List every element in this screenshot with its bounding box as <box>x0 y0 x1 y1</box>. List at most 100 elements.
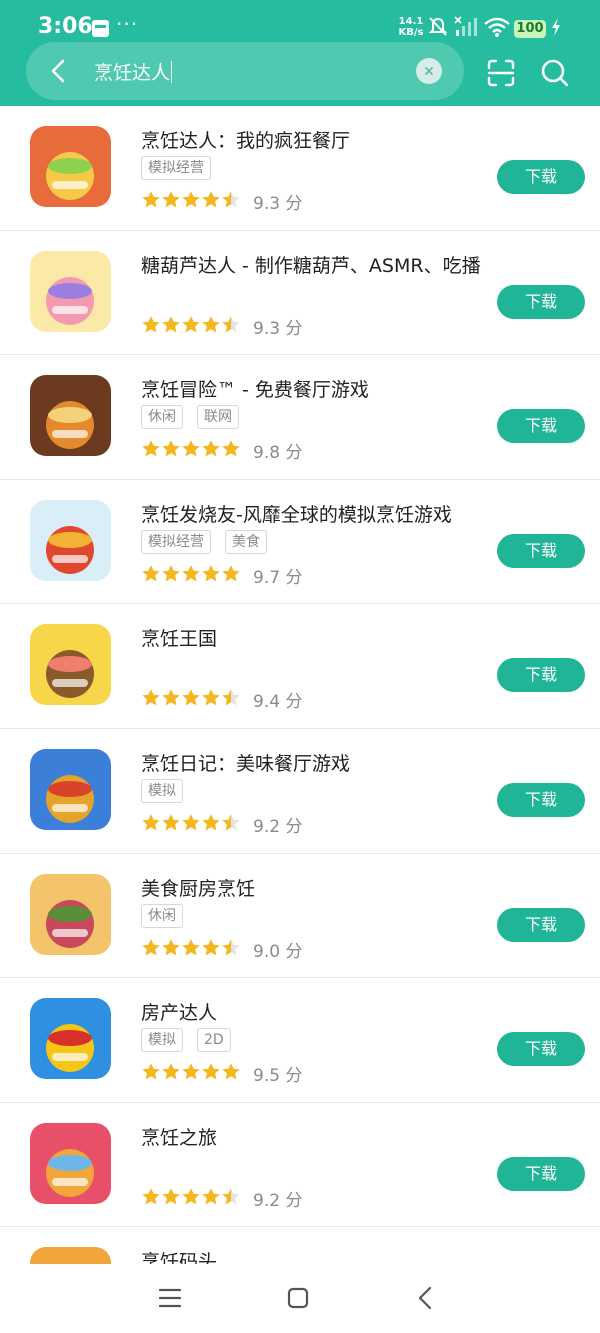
star <box>162 1063 180 1080</box>
star <box>222 938 240 955</box>
download-button[interactable]: 下载 <box>497 907 585 942</box>
star-rating <box>142 564 240 582</box>
star-rating <box>142 1063 240 1080</box>
star <box>142 564 160 582</box>
search-results-list[interactable]: 烹饪达人：我的疯狂餐厅 模拟经营 9.3 分 下载 糖葫芦达人 - 制作糖葫芦、… <box>0 106 600 1264</box>
star <box>202 814 220 831</box>
star <box>162 814 180 831</box>
star <box>142 689 160 706</box>
app-name[interactable]: 烹饪发烧友-风靡全球的模拟烹饪游戏 <box>141 500 452 527</box>
search-query: 烹饪达人 <box>94 62 171 84</box>
app-list-item-9[interactable]: 烹饪之旅 9.2 分 下载 <box>0 1103 600 1228</box>
app-tags: 模拟经营 <box>141 156 225 180</box>
star-filled <box>202 938 220 955</box>
app-list-item-10[interactable]: 烹饪码头 <box>0 1227 600 1264</box>
clear-button[interactable] <box>416 58 442 84</box>
star <box>182 938 200 955</box>
app-icon[interactable] <box>30 748 111 830</box>
app-score: 9.7 分 <box>253 567 303 588</box>
app-list-item-6[interactable]: 烹饪日记：美味餐厅游戏 模拟 9.2 分 下载 <box>0 729 600 854</box>
network-speed-unit: KB/s <box>398 27 424 38</box>
star-filled <box>162 689 180 706</box>
text-cursor <box>171 61 173 83</box>
download-button[interactable]: 下载 <box>497 533 585 568</box>
app-icon[interactable] <box>30 873 111 955</box>
app-list-item-7[interactable]: 美食厨房烹饪 休闲 9.0 分 下载 <box>0 854 600 979</box>
app-name[interactable]: 糖葫芦达人 - 制作糖葫芦、ASMR、吃播 <box>141 251 481 278</box>
chevron-left-icon[interactable] <box>44 56 74 86</box>
app-score: 9.3 分 <box>253 318 303 339</box>
star <box>202 315 220 332</box>
app-list-item-8[interactable]: 房产达人 模拟 2D 9.5 分 下载 <box>0 978 600 1103</box>
star-filled <box>202 564 220 582</box>
star <box>162 1187 180 1205</box>
app-icon[interactable] <box>30 1122 111 1204</box>
download-button[interactable]: 下载 <box>497 1032 585 1067</box>
star <box>202 689 220 706</box>
star <box>182 315 200 332</box>
download-button[interactable]: 下载 <box>497 1156 585 1191</box>
menu-icon[interactable] <box>158 1286 182 1310</box>
star <box>182 1187 200 1205</box>
search-input[interactable]: 烹饪达人 <box>94 58 173 85</box>
star-filled <box>202 440 220 457</box>
back-icon[interactable] <box>414 1286 438 1310</box>
app-list-item-2[interactable]: 糖葫芦达人 - 制作糖葫芦、ASMR、吃播 9.3 分 下载 <box>0 231 600 356</box>
app-icon[interactable] <box>30 126 111 207</box>
app-tag: 模拟经营 <box>141 529 211 554</box>
app-list-item-4[interactable]: 烹饪发烧友-风靡全球的模拟烹饪游戏 模拟经营 美食 9.7 分 下载 <box>0 480 600 605</box>
app-tag: 休闲 <box>141 903 183 928</box>
app-icon[interactable] <box>30 998 111 1080</box>
home-icon[interactable] <box>286 1286 310 1310</box>
app-tag: 模拟经营 <box>141 156 211 180</box>
star <box>222 564 240 582</box>
download-button[interactable]: 下载 <box>497 409 585 444</box>
star <box>182 440 200 457</box>
app-name[interactable]: 美食厨房烹饪 <box>141 874 255 901</box>
star-filled <box>142 564 160 582</box>
download-button[interactable]: 下载 <box>497 782 585 817</box>
star <box>202 564 220 582</box>
star-filled <box>162 1063 180 1080</box>
star <box>142 1187 160 1205</box>
app-list-item-1[interactable]: 烹饪达人：我的疯狂餐厅 模拟经营 9.3 分 下载 <box>0 106 600 231</box>
star-filled <box>182 191 200 208</box>
wifi-icon <box>484 17 510 37</box>
star <box>222 689 240 706</box>
app-icon[interactable] <box>30 375 111 457</box>
star <box>202 1187 220 1205</box>
star <box>182 689 200 706</box>
app-name[interactable]: 烹饪达人：我的疯狂餐厅 <box>141 126 350 153</box>
search-box[interactable]: 烹饪达人 <box>26 42 464 100</box>
search-icon[interactable] <box>540 58 570 88</box>
star <box>142 315 160 332</box>
scan-icon[interactable] <box>486 58 516 88</box>
star <box>142 191 160 208</box>
app-name[interactable]: 烹饪冒险™ - 免费餐厅游戏 <box>141 375 369 402</box>
app-icon[interactable] <box>30 250 111 332</box>
download-button[interactable]: 下载 <box>497 160 585 194</box>
app-icon[interactable] <box>30 1247 111 1264</box>
star-rating <box>142 440 240 457</box>
app-name[interactable]: 烹饪日记：美味餐厅游戏 <box>141 749 350 776</box>
app-name[interactable]: 房产达人 <box>141 998 217 1025</box>
star <box>202 440 220 457</box>
download-button[interactable]: 下载 <box>497 284 585 319</box>
app-score: 9.2 分 <box>253 816 303 837</box>
star-rating <box>142 689 240 706</box>
mute-icon <box>428 17 448 36</box>
app-name[interactable]: 烹饪码头 <box>141 1247 217 1264</box>
download-button[interactable]: 下载 <box>497 658 585 693</box>
star <box>162 689 180 706</box>
app-icon[interactable] <box>30 499 111 581</box>
app-name[interactable]: 烹饪之旅 <box>141 1123 217 1150</box>
app-list-item-5[interactable]: 烹饪王国 9.4 分 下载 <box>0 604 600 729</box>
app-name[interactable]: 烹饪王国 <box>141 624 217 651</box>
app-tag: 休闲 <box>141 405 183 430</box>
star-filled <box>222 1063 240 1080</box>
star-rating <box>142 814 240 831</box>
app-icon[interactable] <box>30 624 111 706</box>
app-list-item-3[interactable]: 烹饪冒险™ - 免费餐厅游戏 休闲 联网 9.8 分 下载 <box>0 355 600 480</box>
star-filled <box>202 1187 220 1205</box>
app-score: 9.4 分 <box>253 692 303 713</box>
